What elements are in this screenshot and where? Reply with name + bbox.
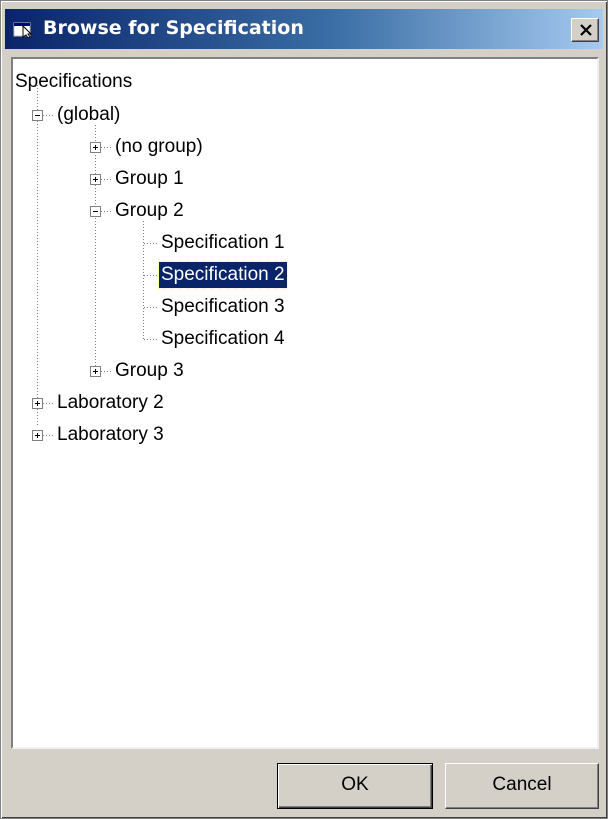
ok-button[interactable]: OK bbox=[277, 763, 433, 809]
plus-icon bbox=[93, 369, 98, 374]
tree-node-specification-4[interactable]: Specification 4 bbox=[159, 326, 287, 352]
browse-window-icon bbox=[13, 20, 35, 39]
close-button[interactable] bbox=[571, 18, 599, 42]
plus-icon bbox=[93, 145, 98, 150]
minus-icon bbox=[93, 211, 98, 212]
expand-toggle-laboratory-2[interactable] bbox=[32, 398, 43, 409]
tree-node-group-1[interactable]: Group 1 bbox=[113, 166, 186, 192]
expand-toggle-laboratory-3[interactable] bbox=[32, 430, 43, 441]
expand-toggle-group-1[interactable] bbox=[90, 174, 101, 185]
tree-root-specifications[interactable]: Specifications bbox=[13, 69, 134, 95]
tree-node-specification-2[interactable]: Specification 2 bbox=[158, 261, 288, 289]
expand-toggle-no-group[interactable] bbox=[90, 142, 101, 153]
cancel-button[interactable]: Cancel bbox=[445, 763, 599, 809]
tree-node-laboratory-2[interactable]: Laboratory 2 bbox=[55, 390, 166, 416]
tree-node-specification-3[interactable]: Specification 3 bbox=[159, 294, 287, 320]
title-bar[interactable]: Browse for Specification bbox=[5, 9, 603, 49]
minus-icon bbox=[35, 115, 40, 116]
collapse-toggle-group-2[interactable] bbox=[90, 206, 101, 217]
expand-toggle-group-3[interactable] bbox=[90, 366, 101, 377]
tree-node-group-3[interactable]: Group 3 bbox=[113, 358, 186, 384]
tree-node-laboratory-3[interactable]: Laboratory 3 bbox=[55, 422, 166, 448]
window-title: Browse for Specification bbox=[43, 17, 304, 39]
plus-icon bbox=[35, 433, 40, 438]
tree-node-no-group[interactable]: (no group) bbox=[113, 134, 205, 160]
close-icon bbox=[580, 24, 592, 36]
plus-icon bbox=[35, 401, 40, 406]
tree-node-group-2[interactable]: Group 2 bbox=[113, 198, 186, 224]
plus-icon bbox=[93, 177, 98, 182]
tree-node-global[interactable]: (global) bbox=[55, 102, 122, 128]
browse-dialog: Browse for Specification Specifications … bbox=[0, 0, 608, 819]
collapse-toggle-global[interactable] bbox=[32, 110, 43, 121]
tree-node-specification-1[interactable]: Specification 1 bbox=[159, 230, 287, 256]
specification-tree[interactable]: Specifications (global) (no group) Group… bbox=[11, 57, 599, 749]
